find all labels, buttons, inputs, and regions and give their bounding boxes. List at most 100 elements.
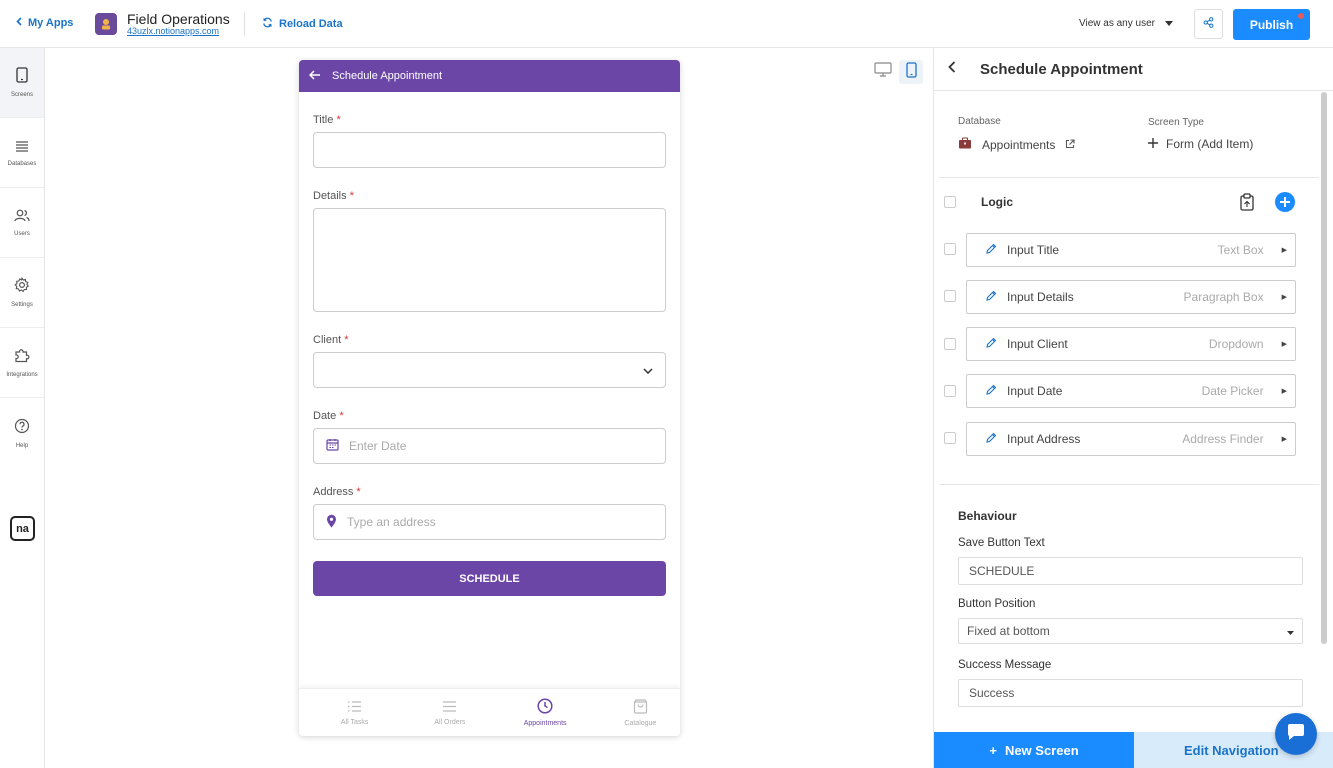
- title-input[interactable]: [313, 132, 666, 168]
- tab-appointments[interactable]: Appointments: [490, 689, 585, 736]
- pencil-icon: [985, 243, 997, 258]
- behaviour-heading: Behaviour: [958, 509, 1017, 523]
- save-button-text-input[interactable]: SCHEDULE: [958, 557, 1303, 585]
- caret-right-icon: ▶: [1281, 341, 1287, 348]
- item-checkbox[interactable]: [944, 385, 956, 397]
- view-as-user-dropdown[interactable]: View as any user: [1079, 18, 1173, 29]
- sidebar-item-users[interactable]: Users: [0, 188, 44, 258]
- caret-right-icon: ▶: [1281, 388, 1287, 395]
- my-apps-link[interactable]: My Apps: [16, 17, 73, 29]
- item-checkbox[interactable]: [944, 243, 956, 255]
- list-item[interactable]: Input Title Text Box ▶: [966, 233, 1296, 267]
- tab-label: Appointments: [523, 720, 567, 727]
- item-name: Input Date: [1007, 384, 1063, 398]
- divider: [939, 484, 1319, 485]
- item-type: Date Picker: [1201, 384, 1264, 398]
- divider: [244, 12, 245, 36]
- tab-label: Catalogue: [624, 719, 657, 727]
- panel-scrollbar[interactable]: [1321, 92, 1327, 644]
- list-item[interactable]: Input Address Address Finder ▶: [966, 422, 1296, 456]
- desktop-icon: [874, 62, 892, 82]
- users-icon: [14, 209, 30, 227]
- share-icon: [1203, 15, 1214, 33]
- details-textarea[interactable]: [313, 208, 666, 312]
- phone-preview: Schedule Appointment Title * Details * C…: [299, 60, 680, 736]
- success-message-label: Success Message: [958, 659, 1052, 671]
- screen-settings-panel: Schedule Appointment Database Appointmen…: [933, 48, 1333, 768]
- item-checkbox[interactable]: [944, 338, 956, 350]
- pencil-icon: [985, 290, 997, 305]
- schedule-button[interactable]: SCHEDULE: [313, 561, 666, 596]
- tab-label: All Orders: [434, 718, 466, 726]
- tab-all-tasks[interactable]: All Tasks: [299, 689, 394, 736]
- screen-type-name: Form (Add Item): [1166, 137, 1254, 151]
- item-name: Input Details: [1007, 290, 1074, 304]
- list-item[interactable]: Input Details Paragraph Box ▶: [966, 280, 1296, 314]
- sidebar-item-label: Settings: [11, 302, 33, 308]
- button-position-value: Fixed at bottom: [967, 624, 1050, 638]
- select-all-checkbox[interactable]: [944, 196, 956, 208]
- list-item[interactable]: Input Date Date Picker ▶: [966, 374, 1296, 408]
- clipboard-icon[interactable]: [1240, 193, 1254, 216]
- chevron-left-icon[interactable]: [948, 60, 956, 78]
- sidebar-item-databases[interactable]: Databases: [0, 118, 44, 188]
- sidebar-item-label: Integrations: [6, 372, 38, 378]
- date-label: Date *: [313, 410, 344, 422]
- chat-support-button[interactable]: [1275, 713, 1317, 755]
- list-icon: [347, 700, 362, 715]
- device-toggle: [871, 60, 923, 84]
- back-arrow-icon[interactable]: [308, 69, 321, 83]
- item-checkbox[interactable]: [944, 432, 956, 444]
- desktop-view-button[interactable]: [871, 60, 895, 84]
- caret-right-icon: ▶: [1281, 247, 1287, 254]
- external-link-icon[interactable]: [1065, 138, 1075, 152]
- client-dropdown[interactable]: [313, 352, 666, 388]
- item-type: Paragraph Box: [1183, 290, 1264, 304]
- plus-icon: [1280, 197, 1290, 207]
- briefcase-icon: [958, 137, 972, 152]
- caret-down-icon: [1164, 18, 1173, 29]
- add-component-button[interactable]: [1275, 192, 1295, 212]
- pencil-icon: [985, 337, 997, 352]
- address-placeholder: Type an address: [347, 515, 436, 529]
- list-item[interactable]: Input Client Dropdown ▶: [966, 327, 1296, 361]
- plus-icon: [1148, 137, 1158, 151]
- button-position-label: Button Position: [958, 598, 1036, 610]
- sidebar-item-settings[interactable]: Settings: [0, 258, 44, 328]
- share-button[interactable]: [1194, 9, 1223, 39]
- sidebar-item-screens[interactable]: Screens: [0, 48, 44, 118]
- database-value[interactable]: Appointments: [958, 137, 1075, 152]
- sidebar-item-integrations[interactable]: Integrations: [0, 328, 44, 398]
- view-as-label: View as any user: [1079, 18, 1155, 29]
- sidebar-item-help[interactable]: Help: [0, 398, 44, 468]
- mobile-view-button[interactable]: [899, 60, 923, 84]
- button-position-select[interactable]: Fixed at bottom: [958, 618, 1303, 644]
- item-type: Address Finder: [1182, 432, 1264, 446]
- new-screen-button[interactable]: + New Screen: [934, 732, 1134, 768]
- title-label: Title *: [313, 114, 341, 126]
- publish-button[interactable]: Publish: [1233, 9, 1310, 40]
- screen-header-title: Schedule Appointment: [332, 70, 443, 82]
- calendar-icon: [326, 438, 339, 454]
- sidebar-item-label: Users: [14, 230, 30, 237]
- item-type: Text Box: [1217, 243, 1264, 257]
- item-checkbox[interactable]: [944, 290, 956, 302]
- sidebar-item-label: Screens: [10, 92, 33, 98]
- tab-catalogue[interactable]: Catalogue: [585, 689, 680, 736]
- date-input[interactable]: Enter Date: [313, 428, 666, 464]
- success-message-input[interactable]: Success: [958, 679, 1303, 707]
- screen-header: Schedule Appointment: [299, 60, 680, 92]
- my-apps-label: My Apps: [28, 17, 74, 29]
- new-screen-label: New Screen: [1004, 742, 1079, 758]
- item-name: Input Client: [1007, 337, 1068, 351]
- screen-type-value: Form (Add Item): [1148, 137, 1253, 151]
- app-url-link[interactable]: 43uzlx.notionapps.com: [127, 26, 219, 36]
- reload-data-button[interactable]: Reload Data: [262, 17, 343, 31]
- tab-all-orders[interactable]: All Orders: [394, 689, 489, 736]
- logic-label: Logic: [981, 195, 1013, 209]
- help-icon: [14, 418, 30, 439]
- sidebar-item-label: Help: [15, 442, 29, 449]
- address-input[interactable]: Type an address: [313, 504, 666, 540]
- chat-icon: [1286, 723, 1306, 746]
- shopping-bag-icon: [633, 698, 648, 716]
